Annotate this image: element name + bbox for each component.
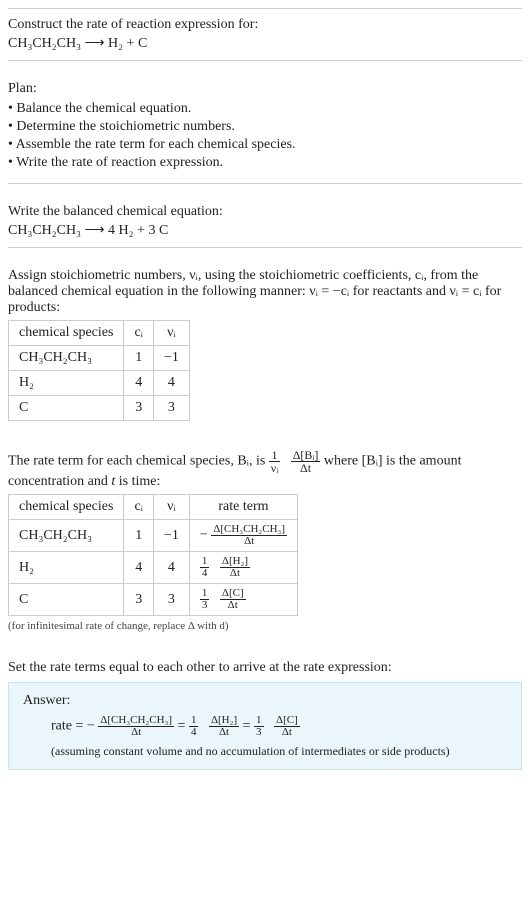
answer-eq2: = (243, 719, 254, 734)
cell-c: 1 (124, 346, 154, 371)
plan-section: Plan: Balance the chemical equation. Det… (8, 73, 522, 184)
construct-title: Construct the rate of reaction expressio… (8, 17, 522, 33)
cell-v: −1 (153, 520, 189, 552)
col-rate: rate term (189, 495, 297, 520)
answer-coef-2: 1 4 (189, 715, 199, 738)
answer-term-1: Δ[CH₃CH₂CH₃] Δt (98, 715, 174, 738)
cell-rate: 1 4 Δ[H₂] Δt (189, 552, 297, 584)
frac-den: 4 (189, 727, 199, 738)
rateterm-intro: The rate term for each chemical species,… (8, 449, 522, 490)
answer-expression: rate = − Δ[CH₃CH₂CH₃] Δt = 1 4 Δ[H₂] Δt … (51, 715, 507, 738)
plan-item: Determine the stoichiometric numbers. (8, 119, 522, 135)
plan-list: Balance the chemical equation. Determine… (8, 101, 522, 171)
plan-item: Balance the chemical equation. (8, 101, 522, 117)
col-v: νᵢ (153, 321, 189, 346)
answer-label: Answer: (23, 693, 507, 709)
cell-c: 4 (124, 371, 154, 396)
table-row: CH₃CH₂CH₃ 1 −1 (9, 346, 190, 371)
rate-coef: 1 4 (200, 556, 210, 579)
rate-lead: − (200, 528, 208, 543)
balanced-title: Write the balanced chemical equation: (8, 204, 522, 220)
cell-c: 4 (124, 552, 154, 584)
cell-species: C (9, 584, 124, 616)
cell-c: 3 (124, 396, 154, 421)
frac-den: 3 (200, 600, 210, 611)
frac-den: Δt (291, 462, 321, 474)
answer-term-3: Δ[C] Δt (274, 715, 300, 738)
frac-den: Δt (209, 727, 239, 738)
answer-term-2: Δ[H₂] Δt (209, 715, 239, 738)
plan-item: Write the rate of reaction expression. (8, 155, 522, 171)
cell-c: 1 (124, 520, 154, 552)
cell-v: 4 (153, 552, 189, 584)
cell-rate: − Δ[CH₃CH₂CH₃] Δt (189, 520, 297, 552)
table-header-row: chemical species cᵢ νᵢ (9, 321, 190, 346)
rateterm-section: The rate term for each chemical species,… (8, 441, 522, 640)
frac-den: Δt (220, 568, 250, 579)
answer-prefix: rate = − (51, 719, 95, 734)
table-row: CH₃CH₂CH₃ 1 −1 − Δ[CH₃CH₂CH₃] Δt (9, 520, 298, 552)
rate-frac: Δ[C] Δt (220, 588, 246, 611)
cell-c: 3 (124, 584, 154, 616)
table-row: H₂ 4 4 1 4 Δ[H₂] Δt (9, 552, 298, 584)
frac-den: 3 (254, 727, 264, 738)
cell-species: H₂ (9, 552, 124, 584)
col-c: cᵢ (124, 495, 154, 520)
plan-item: Assemble the rate term for each chemical… (8, 137, 522, 153)
frac-den: Δt (274, 727, 300, 738)
frac-den: νᵢ (269, 462, 280, 474)
answer-eq1: = (178, 719, 189, 734)
col-c: cᵢ (124, 321, 154, 346)
balanced-section: Write the balanced chemical equation: CH… (8, 196, 522, 248)
cell-species: H₂ (9, 371, 124, 396)
frac-den: 4 (200, 568, 210, 579)
rateterm-intro-t: t (111, 474, 115, 489)
cell-v: 3 (153, 396, 189, 421)
table-header-row: chemical species cᵢ νᵢ rate term (9, 495, 298, 520)
construct-equation: CH₃CH₂CH₃ ⟶ H₂ + C (8, 35, 522, 52)
rate-frac: Δ[H₂] Δt (220, 556, 250, 579)
table-row: C 3 3 1 3 Δ[C] Δt (9, 584, 298, 616)
cell-v: 3 (153, 584, 189, 616)
rate-coef: 1 3 (200, 588, 210, 611)
construct-section: Construct the rate of reaction expressio… (8, 8, 522, 61)
balanced-equation: CH₃CH₂CH₃ ⟶ 4 H₂ + 3 C (8, 222, 522, 239)
answer-box: Answer: rate = − Δ[CH₃CH₂CH₃] Δt = 1 4 Δ… (8, 682, 522, 770)
table-row: H₂ 4 4 (9, 371, 190, 396)
rate-frac: Δ[CH₃CH₂CH₃] Δt (211, 524, 287, 547)
stoich-intro: Assign stoichiometric numbers, νᵢ, using… (8, 268, 522, 316)
frac-den: Δt (98, 727, 174, 738)
rateterm-intro-d: is time: (119, 474, 161, 489)
rateterm-intro-a: The rate term for each chemical species,… (8, 454, 269, 469)
answer-note: (assuming constant volume and no accumul… (51, 744, 507, 759)
frac-delta-b: Δ[Bᵢ] Δt (291, 449, 321, 474)
plan-title: Plan: (8, 81, 522, 97)
col-v: νᵢ (153, 495, 189, 520)
table-row: C 3 3 (9, 396, 190, 421)
setequal-title: Set the rate terms equal to each other t… (8, 660, 522, 676)
frac-den: Δt (220, 600, 246, 611)
cell-species: CH₃CH₂CH₃ (9, 520, 124, 552)
rateterm-note: (for infinitesimal rate of change, repla… (8, 620, 522, 632)
cell-species: CH₃CH₂CH₃ (9, 346, 124, 371)
cell-species: C (9, 396, 124, 421)
cell-v: −1 (153, 346, 189, 371)
stoich-section: Assign stoichiometric numbers, νᵢ, using… (8, 260, 522, 429)
stoich-table: chemical species cᵢ νᵢ CH₃CH₂CH₃ 1 −1 H₂… (8, 320, 190, 421)
rateterm-table: chemical species cᵢ νᵢ rate term CH₃CH₂C… (8, 494, 298, 616)
col-species: chemical species (9, 321, 124, 346)
cell-rate: 1 3 Δ[C] Δt (189, 584, 297, 616)
frac-den: Δt (211, 536, 287, 547)
col-species: chemical species (9, 495, 124, 520)
answer-coef-3: 1 3 (254, 715, 264, 738)
cell-v: 4 (153, 371, 189, 396)
frac-1-over-nu: 1 νᵢ (269, 449, 280, 474)
setequal-section: Set the rate terms equal to each other t… (8, 652, 522, 778)
